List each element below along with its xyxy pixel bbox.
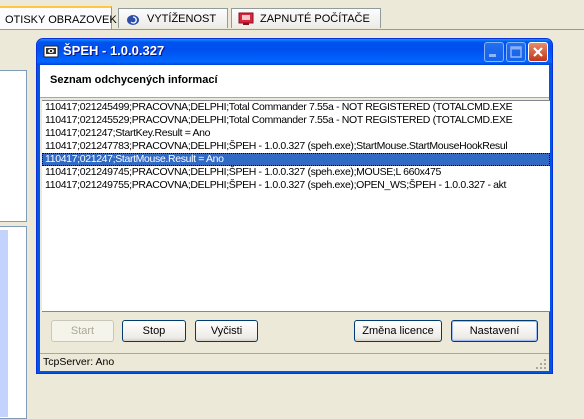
tab-running-computers-label: ZAPNUTÉ POČÍTAČE [260, 13, 370, 25]
background-right-panel [558, 30, 584, 417]
captured-info-list[interactable]: 110417;021245499;PRACOVNA;DELPHI;Total C… [42, 100, 550, 312]
start-button[interactable]: Start [51, 320, 114, 342]
tab-load[interactable]: VYTÍŽENOST [118, 8, 228, 28]
list-item-selected[interactable]: 110417;021247;StartMouse.Result = Ano [42, 153, 550, 166]
monitor-icon [238, 12, 254, 26]
list-item[interactable]: 110417;021247;StartKey.Result = Ano [42, 127, 550, 140]
list-item[interactable]: 110417;021247783;PRACOVNA;DELPHI;ŠPEH - … [42, 140, 550, 153]
tab-screenshots[interactable]: OTISKY OBRAZOVEK [0, 6, 117, 30]
background-scrollbar[interactable] [0, 230, 8, 417]
speh-window: ŠPEH - 1.0.0.327 Seznam odchycených info… [36, 38, 553, 374]
list-item[interactable]: 110417;021249745;PRACOVNA;DELPHI;ŠPEH - … [42, 166, 550, 179]
app-icon [43, 45, 59, 58]
tab-screenshots-label: OTISKY OBRAZOVEK [5, 14, 117, 26]
resize-grip-icon[interactable] [535, 358, 547, 370]
minimize-icon [489, 54, 496, 57]
minimize-button[interactable] [484, 42, 504, 62]
window-title: ŠPEH - 1.0.0.327 [63, 43, 165, 58]
status-bar: TcpServer: Ano [40, 353, 549, 371]
section-title: Seznam odchycených informací [50, 74, 218, 86]
maximize-button[interactable] [506, 42, 526, 62]
title-bar[interactable]: ŠPEH - 1.0.0.327 [37, 39, 552, 65]
close-icon [533, 47, 543, 57]
tab-load-label: VYTÍŽENOST [147, 13, 217, 25]
settings-button[interactable]: Nastavení [451, 320, 538, 342]
list-item[interactable]: 110417;021245499;PRACOVNA;DELPHI;Total C… [42, 101, 550, 114]
background-tab-strip: OTISKY OBRAZOVEK VYTÍŽENOST ZAPNUTÉ POČÍ… [0, 0, 584, 30]
close-button[interactable] [528, 42, 548, 62]
tab-running-computers[interactable]: ZAPNUTÉ POČÍTAČE [231, 8, 381, 28]
stop-button[interactable]: Stop [122, 320, 186, 342]
clear-button[interactable]: Vyčisti [195, 320, 258, 342]
section-header: Seznam odchycených informací [40, 65, 549, 98]
tab-divider [0, 29, 584, 30]
status-text: TcpServer: Ano [43, 356, 115, 368]
list-item[interactable]: 110417;021245529;PRACOVNA;DELPHI;Total C… [42, 114, 550, 127]
list-item[interactable]: 110417;021249755;PRACOVNA;DELPHI;ŠPEH - … [42, 179, 550, 192]
maximize-icon [510, 46, 522, 58]
change-license-button[interactable]: Změna licence [354, 320, 442, 342]
background-left-box [0, 70, 27, 222]
snail-icon [127, 15, 139, 26]
